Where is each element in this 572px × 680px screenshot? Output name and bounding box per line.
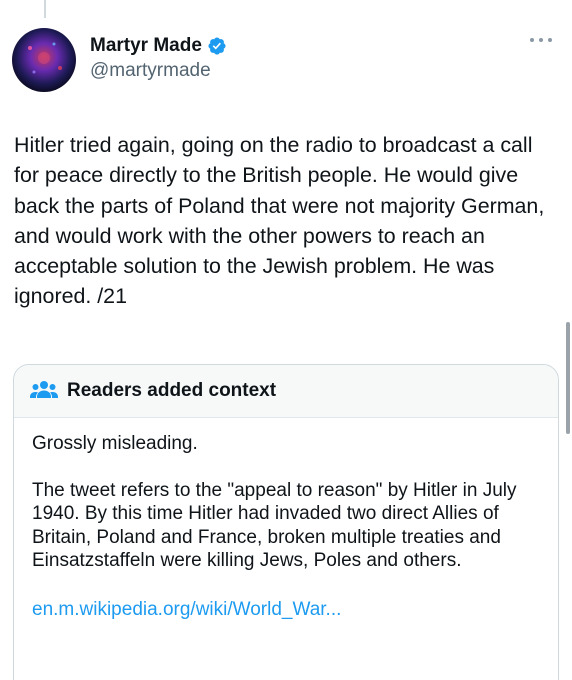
community-note: Readers added context Grossly misleading… bbox=[13, 364, 559, 680]
community-note-header: Readers added context bbox=[14, 365, 558, 418]
community-note-source-link[interactable]: en.m.wikipedia.org/wiki/World_War... bbox=[32, 598, 540, 622]
avatar[interactable] bbox=[12, 28, 76, 92]
community-note-title: Readers added context bbox=[67, 380, 277, 401]
community-note-summary: Grossly misleading. bbox=[32, 433, 198, 454]
scrollbar[interactable] bbox=[566, 322, 570, 434]
tweet-header: Martyr Made @martyrmade bbox=[12, 28, 556, 94]
tweet-text: Hitler tried again, going on the radio t… bbox=[14, 133, 545, 309]
author-display-name[interactable]: Martyr Made bbox=[90, 34, 202, 58]
community-note-explanation: The tweet refers to the "appeal to reaso… bbox=[32, 479, 517, 572]
community-note-body: Grossly misleading. The tweet refers to … bbox=[14, 418, 558, 621]
people-icon bbox=[30, 381, 58, 398]
tweet-page: Martyr Made @martyrmade Hitler tried aga… bbox=[0, 0, 572, 680]
more-options-icon[interactable] bbox=[530, 32, 552, 48]
author-names: Martyr Made @martyrmade bbox=[90, 28, 227, 83]
verified-badge-icon bbox=[208, 37, 226, 55]
thread-connector-line bbox=[44, 0, 46, 18]
author-handle[interactable]: @martyrmade bbox=[90, 59, 227, 83]
